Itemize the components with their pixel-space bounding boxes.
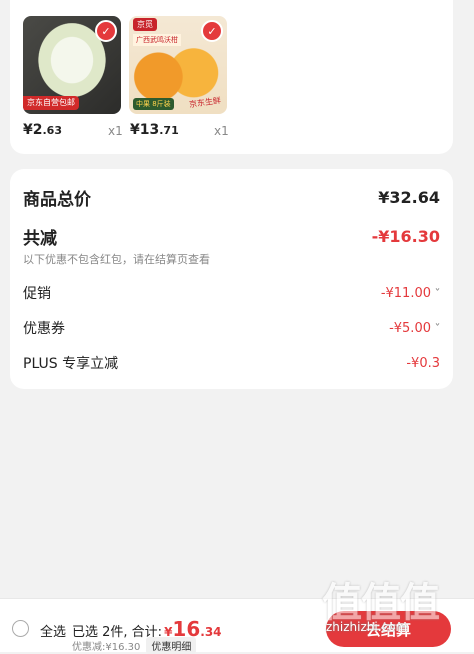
product-title-label: 广西武鸣沃柑	[133, 34, 181, 46]
promotion-label: 促销	[23, 286, 51, 302]
product-image-cabbage[interactable]: ✓ 京东自营包邮	[23, 16, 121, 114]
product-image-orange[interactable]: 京觅 广西武鸣沃柑 ✓ 中果 8斤装 京东生鲜	[129, 16, 227, 114]
watermark-url: zhizhizhi.com	[326, 620, 408, 634]
coupon-row[interactable]: 优惠券 -¥5.00 ˅	[23, 318, 441, 338]
reduce-value: -¥16.30	[371, 227, 440, 246]
products-card: ✓ 京东自营包邮 ¥2.63 x1 京觅 广西武鸣沃柑 ✓ 中果 8斤装 京东生…	[10, 0, 453, 154]
product-price: ¥13.71	[130, 122, 179, 138]
chevron-down-icon[interactable]: ˅	[435, 323, 441, 334]
brand-tag: 京觅	[133, 18, 157, 31]
plus-discount-row: PLUS 专享立减 -¥0.3	[23, 353, 440, 373]
promotion-row[interactable]: 促销 -¥11.00 ˅	[23, 283, 441, 303]
product-price: ¥2.63	[23, 122, 62, 138]
total-value: ¥32.64	[378, 188, 440, 207]
discount-detail-button[interactable]: 优惠明细	[146, 637, 197, 654]
total-label: 商品总价	[23, 190, 91, 210]
total-row: 商品总价 ¥32.64	[23, 185, 440, 210]
reduce-label: 共减	[23, 229, 57, 249]
plus-discount-value: -¥0.3	[406, 355, 440, 371]
checked-icon[interactable]: ✓	[95, 20, 117, 42]
discount-line: 优惠减:¥16.30 优惠明细	[72, 637, 197, 654]
select-all-label[interactable]: 全选	[40, 621, 66, 640]
promotion-value[interactable]: -¥11.00 ˅	[381, 286, 441, 301]
product-qty: x1	[214, 124, 229, 138]
reduce-row: 共减 -¥16.30	[23, 224, 440, 249]
coupon-label: 优惠券	[23, 321, 65, 337]
free-shipping-tag: 京东自营包邮	[23, 96, 79, 110]
select-all-radio[interactable]	[12, 620, 29, 637]
fresh-stamp: 京东生鲜	[188, 95, 222, 110]
price-summary-card: 商品总价 ¥32.64 共减 -¥16.30 以下优惠不包含红包，请在结算页查看…	[10, 169, 453, 389]
plus-discount-label: PLUS 专享立减	[23, 356, 119, 372]
weight-tag: 中果 8斤装	[133, 98, 174, 110]
discount-hint: 以下优惠不包含红包，请在结算页查看	[23, 253, 210, 266]
checked-icon[interactable]: ✓	[201, 20, 223, 42]
product-qty: x1	[108, 124, 123, 138]
coupon-value[interactable]: -¥5.00 ˅	[389, 321, 440, 336]
chevron-down-icon[interactable]: ˅	[435, 288, 441, 299]
